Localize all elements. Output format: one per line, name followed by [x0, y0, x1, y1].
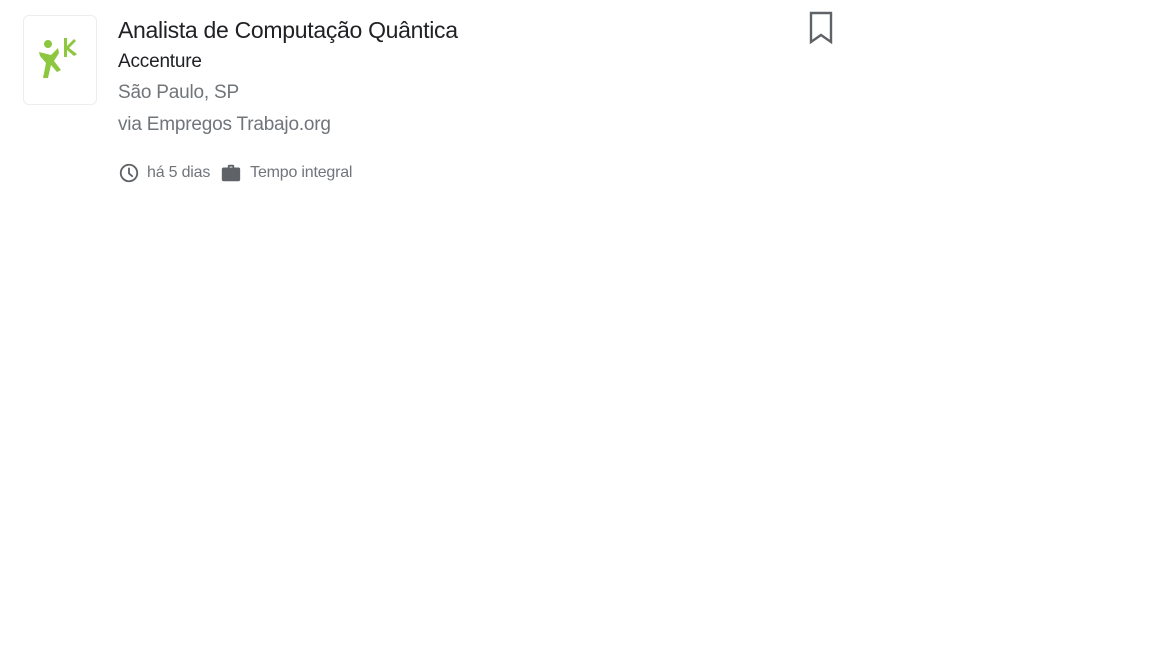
briefcase-icon — [221, 164, 241, 182]
company-logo — [23, 15, 97, 105]
job-listing-card[interactable]: Analista de Computação Quântica Accentur… — [0, 0, 860, 200]
bookmark-icon — [809, 11, 833, 45]
posted-date-label: há 5 dias — [147, 164, 211, 181]
employment-type-label: Tempo integral — [250, 164, 353, 181]
job-meta: há 5 dias Tempo integral — [118, 159, 352, 187]
employment-type: Tempo integral — [220, 162, 352, 184]
save-job-button[interactable] — [804, 8, 838, 48]
job-source: via Empregos Trabajo.org — [118, 114, 331, 135]
job-location: São Paulo, SP — [118, 82, 239, 103]
job-info: Analista de Computação Quântica Accentur… — [118, 14, 458, 141]
job-title[interactable]: Analista de Computação Quântica — [118, 14, 458, 46]
posted-date: há 5 dias — [118, 162, 210, 184]
clock-icon — [119, 163, 139, 183]
company-name: Accenture — [118, 51, 202, 72]
company-logo-icon — [39, 38, 77, 78]
